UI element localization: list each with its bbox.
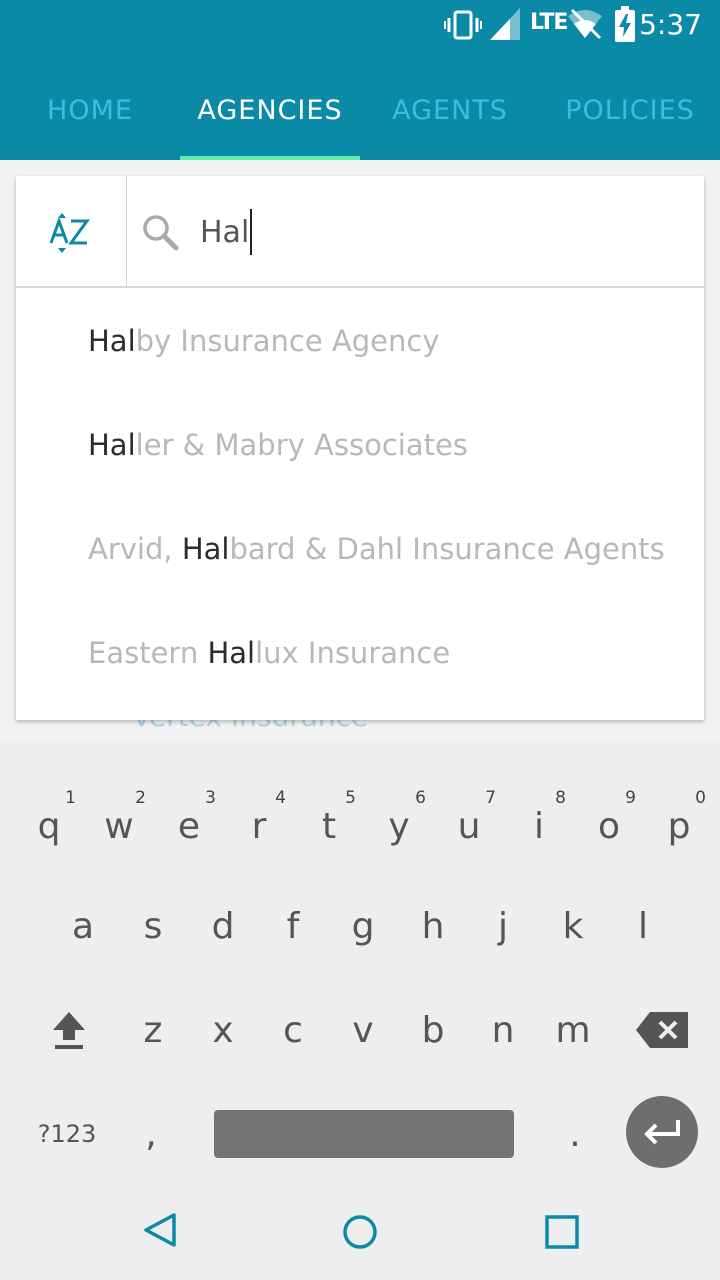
- network-type: LTE: [530, 10, 568, 35]
- key-f[interactable]: f: [258, 886, 328, 966]
- search-input[interactable]: Hal: [200, 208, 253, 256]
- keyboard: q1 w2 e3 r4 t5 y6 u7 i8 o9 p0 a s d f g …: [0, 742, 720, 1180]
- search-card: Hal Halby Insurance Agency Haller & Mabr…: [16, 176, 704, 720]
- key-r[interactable]: r4: [224, 786, 294, 866]
- key-i[interactable]: i8: [504, 786, 574, 866]
- enter-icon: [644, 1120, 680, 1145]
- key-q[interactable]: q1: [14, 786, 84, 866]
- tab-agents[interactable]: AGENTS: [360, 60, 540, 160]
- key-u[interactable]: u7: [434, 786, 504, 866]
- key-k[interactable]: k: [538, 886, 608, 966]
- key-p[interactable]: p0: [644, 786, 714, 866]
- key-j[interactable]: j: [468, 886, 538, 966]
- clock: 5:37: [639, 8, 702, 41]
- sort-button[interactable]: [16, 176, 127, 286]
- suggestion-item[interactable]: Eastern Hallux Insurance: [88, 636, 450, 670]
- app-bar: LTE 5:37 HOME AGENCIES AGENTS POLICIES: [0, 0, 720, 160]
- shift-key[interactable]: [34, 990, 104, 1070]
- search-input-value: Hal: [200, 214, 250, 250]
- key-o[interactable]: o9: [574, 786, 644, 866]
- screen: LTE 5:37 HOME AGENCIES AGENTS POLICIES V…: [0, 0, 720, 1280]
- status-bar: LTE 5:37: [0, 0, 720, 48]
- key-b[interactable]: b: [398, 990, 468, 1070]
- sort-az-icon: [49, 213, 90, 253]
- suggestion-item[interactable]: Arvid, Halbard & Dahl Insurance Agents: [88, 532, 665, 566]
- vibrate-icon: [444, 10, 482, 40]
- key-h[interactable]: h: [398, 886, 468, 966]
- tab-policies[interactable]: POLICIES: [540, 60, 720, 160]
- tab-home[interactable]: HOME: [0, 60, 180, 160]
- key-e[interactable]: e3: [154, 786, 224, 866]
- key-a[interactable]: a: [48, 886, 118, 966]
- key-n[interactable]: n: [468, 990, 538, 1070]
- key-v[interactable]: v: [328, 990, 398, 1070]
- text-cursor: [250, 209, 253, 255]
- tab-bar: HOME AGENCIES AGENTS POLICIES: [0, 60, 720, 160]
- home-icon[interactable]: [342, 1214, 378, 1250]
- key-g[interactable]: g: [328, 886, 398, 966]
- search-row: Hal: [16, 176, 704, 288]
- shift-icon: [53, 1012, 85, 1049]
- key-t[interactable]: t5: [294, 786, 364, 866]
- backspace-icon: [636, 1012, 688, 1048]
- wifi-off-icon: [568, 8, 602, 40]
- key-x[interactable]: x: [188, 990, 258, 1070]
- key-z[interactable]: z: [118, 990, 188, 1070]
- keyboard-row-1: q1 w2 e3 r4 t5 y6 u7 i8 o9 p0: [0, 786, 720, 866]
- space-bar[interactable]: [214, 1110, 514, 1158]
- tab-agencies[interactable]: AGENCIES: [180, 60, 360, 160]
- search-icon: [143, 215, 179, 251]
- signal-icon: [490, 8, 520, 40]
- suggestion-item[interactable]: Halby Insurance Agency: [88, 324, 440, 358]
- key-w[interactable]: w2: [84, 786, 154, 866]
- suggestion-item[interactable]: Haller & Mabry Associates: [88, 428, 468, 462]
- back-icon[interactable]: [142, 1212, 178, 1248]
- navigation-bar: [0, 1180, 720, 1280]
- key-d[interactable]: d: [188, 886, 258, 966]
- key-y[interactable]: y6: [364, 786, 434, 866]
- key-s[interactable]: s: [118, 886, 188, 966]
- key-c[interactable]: c: [258, 990, 328, 1070]
- key-m[interactable]: m: [538, 990, 608, 1070]
- battery-charging-icon: [615, 6, 635, 42]
- comma-key[interactable]: ,: [116, 1094, 186, 1174]
- period-key[interactable]: .: [540, 1094, 610, 1174]
- symbols-key[interactable]: ?123: [24, 1094, 110, 1174]
- key-l[interactable]: l: [608, 886, 678, 966]
- recents-icon[interactable]: [544, 1214, 580, 1250]
- enter-key[interactable]: [626, 1096, 698, 1168]
- backspace-key[interactable]: [624, 990, 700, 1070]
- keyboard-row-3: z x c v b n m: [0, 990, 720, 1070]
- keyboard-row-2: a s d f g h j k l: [0, 886, 720, 966]
